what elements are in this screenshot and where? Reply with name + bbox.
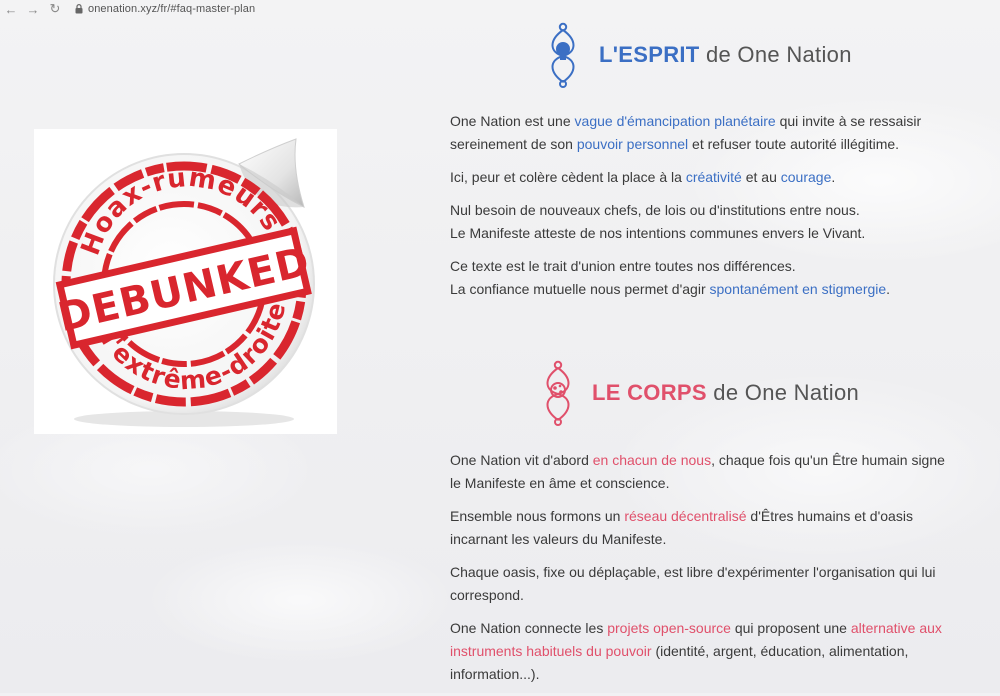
- text: .: [886, 281, 891, 297]
- reload-icon[interactable]: ↻: [44, 0, 66, 18]
- link-stigmergie[interactable]: spontanément en stigmergie: [710, 281, 887, 297]
- corps-paragraph-3: Chaque oasis, fixe ou déplaçable, est li…: [450, 561, 950, 607]
- esprit-paragraph-4: Ce texte est le trait d'union entre tout…: [450, 255, 950, 301]
- text: Ce texte est le trait d'union entre tout…: [450, 258, 796, 274]
- lock-icon[interactable]: [72, 0, 86, 18]
- forward-arrow-icon[interactable]: →: [22, 0, 44, 18]
- esprit-title-rest: de One Nation: [705, 42, 852, 67]
- address-bar-url[interactable]: onenation.xyz/fr/#faq-master-plan: [88, 3, 255, 15]
- link-courage[interactable]: courage: [781, 169, 832, 185]
- corps-paragraph-2: Ensemble nous formons un réseau décentra…: [450, 505, 950, 551]
- back-arrow-icon[interactable]: ←: [0, 0, 22, 18]
- text: One Nation connecte les: [450, 620, 608, 636]
- corps-text: One Nation vit d'abord en chacun de nous…: [450, 449, 950, 696]
- esprit-paragraph-3: Nul besoin de nouveaux chefs, de lois ou…: [450, 199, 950, 245]
- esprit-paragraph-2: Ici, peur et colère cèdent la place à la…: [450, 166, 950, 189]
- lightbulb-icon: [551, 22, 575, 88]
- corps-title: LE CORPS de One Nation: [592, 380, 859, 406]
- link-creativite[interactable]: créativité: [686, 169, 742, 185]
- text: et refuser toute autorité illégitime.: [688, 136, 900, 152]
- browser-toolbar: ← → ↻ onenation.xyz/fr/#faq-master-plan: [0, 0, 1000, 18]
- esprit-title-strong: L'ESPRIT: [599, 42, 700, 67]
- corps-paragraph-4: One Nation connecte les projets open-sou…: [450, 617, 950, 686]
- link-projets-open-source[interactable]: projets open-source: [607, 620, 731, 636]
- esprit-heading: L'ESPRIT de One Nation: [543, 22, 852, 88]
- text: Ensemble nous formons un: [450, 508, 625, 524]
- esprit-title: L'ESPRIT de One Nation: [599, 42, 852, 68]
- link-pouvoir-personnel[interactable]: pouvoir personnel: [577, 136, 688, 152]
- text: One Nation est une: [450, 113, 575, 129]
- text: Le Manifeste atteste de nos intentions c…: [450, 225, 866, 241]
- corps-paragraph-1: One Nation vit d'abord en chacun de nous…: [450, 449, 950, 495]
- text: .: [831, 169, 836, 185]
- corps-heading: LE CORPS de One Nation: [538, 360, 859, 426]
- corps-title-strong: LE CORPS: [592, 380, 707, 405]
- sticker-graphic: Hoax-rumeurs d'extrême-droite DEBUNKED: [53, 138, 315, 427]
- dna-body-icon: [546, 360, 570, 426]
- esprit-paragraph-1: One Nation est une vague d'émancipation …: [450, 110, 950, 156]
- text: Ici, peur et colère cèdent la place à la: [450, 169, 686, 185]
- link-chacun-de-nous[interactable]: en chacun de nous: [593, 452, 711, 468]
- debunked-sticker-image: Hoax-rumeurs d'extrême-droite DEBUNKED: [34, 129, 337, 434]
- text: La confiance mutuelle nous permet d'agir: [450, 281, 710, 297]
- corps-title-rest: de One Nation: [713, 380, 860, 405]
- esprit-text: One Nation est une vague d'émancipation …: [450, 110, 950, 311]
- link-vague-emancipation[interactable]: vague d'émancipation planétaire: [575, 113, 776, 129]
- text: Nul besoin de nouveaux chefs, de lois ou…: [450, 202, 860, 218]
- text: qui proposent une: [730, 620, 851, 636]
- link-reseau-decentralise[interactable]: réseau décentralisé: [624, 508, 746, 524]
- text: Chaque oasis, fixe ou déplaçable, est li…: [450, 564, 936, 603]
- text: et au: [741, 169, 781, 185]
- text: One Nation vit d'abord: [450, 452, 593, 468]
